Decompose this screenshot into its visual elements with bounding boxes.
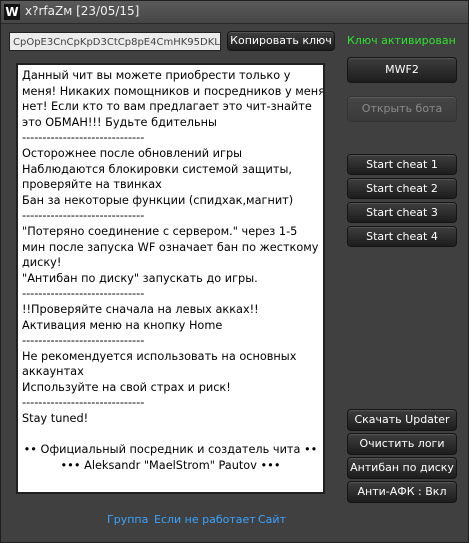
start-cheat-1-button[interactable]: Start cheat 1 (347, 154, 457, 175)
not-working-link[interactable]: Если не работает (154, 513, 256, 526)
info-line: ------------------------------ (22, 287, 145, 301)
window-title: x?rfaZм [23/05/15] (25, 4, 139, 18)
info-line: ------------------------------ (22, 334, 145, 348)
start-cheat-4-button[interactable]: Start cheat 4 (347, 226, 457, 247)
window-title-date: [23/05/15] (76, 4, 140, 18)
info-line: это ОБМАН!!! Будьте бдительны (22, 115, 217, 129)
clear-logs-button[interactable]: Очистить логи (347, 433, 457, 455)
start-cheat-2-button[interactable]: Start cheat 2 (347, 178, 457, 199)
info-line (22, 427, 319, 443)
info-line: Бан за некоторые функции (спидхак,магнит… (22, 193, 294, 207)
start-cheat-3-button[interactable]: Start cheat 3 (347, 202, 457, 223)
app-logo-icon: W (4, 4, 20, 20)
footer-links: Группа Если не работает Сайт (1, 513, 341, 529)
info-line: нет! Если кто то вам предлагает это чит-… (22, 100, 312, 114)
open-bot-button[interactable]: Открыть бота (347, 96, 457, 122)
key-status-text: Ключ активирован (347, 34, 456, 47)
info-lines: Данный чит вы можете приобрести только у… (22, 68, 325, 473)
info-line: мин после запуска WF означает бан по жес… (22, 240, 319, 254)
title-bar: W x?rfaZм [23/05/15] (1, 1, 468, 24)
antiban-disk-button[interactable]: Антибан по диску (347, 457, 457, 479)
info-line: "Потеряно соединение с сервером." через … (22, 224, 298, 238)
info-line: ••• Aleksandr "MaelStrom" Pautov ••• (60, 458, 281, 472)
info-line: проверяйте на твинках (22, 178, 162, 192)
info-line: "Антибан по диску" запускать до игры. (22, 271, 258, 285)
info-line: Stay tuned! (22, 412, 89, 426)
mwf2-button[interactable]: MWF2 (347, 57, 457, 83)
info-text-box[interactable]: Данный чит вы можете приобрести только у… (16, 63, 325, 494)
info-line: Активация меню на кнопку Home (22, 318, 223, 332)
key-field[interactable]: CpOpE3CnCpKpD3CtCp8pE4CmHK95DKL1I (9, 32, 221, 51)
main-window: W x?rfaZм [23/05/15] CpOpE3CnCpKpD3CtCp8… (0, 0, 469, 543)
copy-key-button[interactable]: Копировать ключ (227, 31, 335, 51)
info-line: ------------------------------ (22, 209, 145, 223)
site-link[interactable]: Сайт (258, 513, 286, 526)
info-line: диску! (22, 256, 62, 270)
info-line: •• Официальный посредник и создатель чит… (23, 443, 318, 457)
info-line: аккаунтах (22, 365, 84, 379)
info-line: Используйте на свой страх и риск! (22, 380, 231, 394)
info-line: ------------------------------ (22, 396, 145, 410)
info-line: Осторожнее после обновлений игры (22, 146, 243, 160)
info-line: Не рекомендуется использовать на основны… (22, 349, 297, 363)
info-line: Данный чит вы можете приобрести только у (22, 69, 291, 82)
window-title-name: x?rfaZм (25, 4, 73, 18)
group-link[interactable]: Группа (107, 513, 148, 526)
info-line: !!Проверяйте сначала на левых акках!! (22, 302, 259, 316)
download-updater-button[interactable]: Скачать Updater (347, 409, 457, 431)
anti-afk-toggle-button[interactable]: Анти-АФК : Вкл (347, 481, 457, 503)
info-line: ------------------------------ (22, 131, 145, 145)
info-line: Наблюдаются блокировки системой защиты, (22, 162, 292, 176)
info-line: меня! Никаких помощников и посредников у… (22, 84, 325, 98)
